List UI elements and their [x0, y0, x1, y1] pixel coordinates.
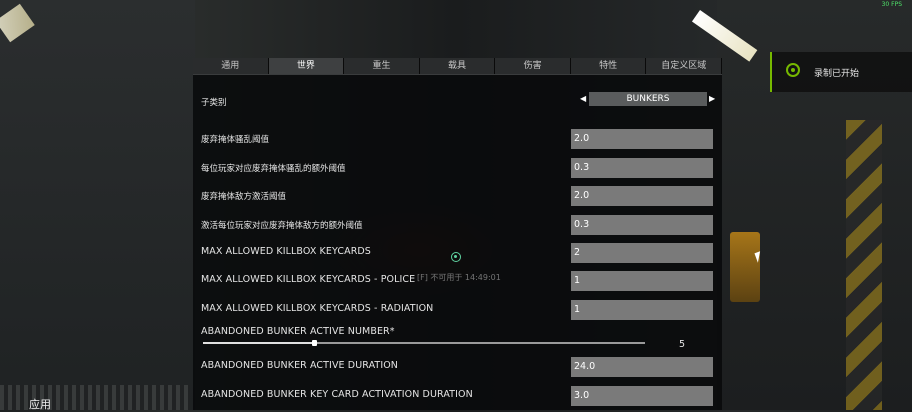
hazard-stripes: [846, 120, 882, 410]
setting-row: ABANDONED BUNKER ACTIVE DURATION 24.0: [193, 357, 722, 377]
interaction-prompt: [F] 不可用于 14:49:01: [417, 273, 501, 282]
setting-label: 激活每位玩家对应废弃掩体敌方的额外阈值: [201, 221, 363, 231]
slider-label: ABANDONED BUNKER ACTIVE NUMBER*: [201, 326, 395, 337]
record-icon: [786, 63, 800, 77]
setting-row: 每位玩家对应废弃掩体骚乱的额外阈值 0.3: [193, 158, 722, 178]
subcategory-select[interactable]: BUNKERS: [589, 92, 707, 106]
active-number-slider[interactable]: [203, 340, 645, 346]
tab-world[interactable]: 世界: [268, 58, 345, 74]
left-arrow-icon[interactable]: ◀: [580, 94, 586, 103]
setting-input[interactable]: 0.3: [571, 158, 713, 178]
tab-custom-zone[interactable]: 自定义区域: [646, 58, 723, 74]
setting-row: 废弃掩体敌方激活阈值 2.0: [193, 186, 722, 206]
setting-row: 激活每位玩家对应废弃掩体敌方的额外阈值 0.3: [193, 215, 722, 235]
slider-value: 5: [679, 339, 686, 350]
setting-label: 每位玩家对应废弃掩体骚乱的额外阈值: [201, 164, 346, 174]
setting-row: MAX ALLOWED KILLBOX KEYCARDS - RADIATION…: [193, 300, 722, 320]
tab-respawn[interactable]: 重生: [344, 58, 420, 74]
crosshair-icon: [451, 252, 461, 262]
setting-label: ABANDONED BUNKER KEY CARD ACTIVATION DUR…: [201, 389, 473, 400]
setting-row: 废弃掩体骚乱阈值 2.0: [193, 129, 722, 149]
slider-fill: [203, 342, 314, 344]
slider-handle[interactable]: [311, 340, 317, 346]
fps-counter: 30 FPS: [881, 1, 902, 8]
background-left-wall: [0, 0, 195, 410]
setting-input[interactable]: 24.0: [571, 357, 713, 377]
setting-label: MAX ALLOWED KILLBOX KEYCARDS - POLICE: [201, 274, 416, 285]
setting-input[interactable]: 2.0: [571, 186, 713, 206]
tab-bar: 通用 世界 重生 载具 伤害 特性 自定义区域: [193, 58, 723, 75]
setting-label: ABANDONED BUNKER ACTIVE DURATION: [201, 360, 399, 371]
wall-keycard-reader: [730, 232, 760, 302]
setting-input[interactable]: 1: [571, 300, 713, 320]
right-arrow-icon[interactable]: ▶: [709, 94, 715, 103]
setting-input[interactable]: 1: [571, 271, 713, 291]
tab-damage[interactable]: 伤害: [495, 58, 571, 74]
tab-vehicles[interactable]: 载具: [419, 58, 496, 74]
setting-label: 废弃掩体敌方激活阈值: [201, 192, 287, 202]
setting-input[interactable]: 0.3: [571, 215, 713, 235]
subcategory-row: 子类别 ◀ BUNKERS ▶: [193, 92, 722, 112]
setting-label: MAX ALLOWED KILLBOX KEYCARDS: [201, 246, 371, 257]
setting-label: MAX ALLOWED KILLBOX KEYCARDS - RADIATION: [201, 303, 434, 314]
recording-notification: 录制已开始: [770, 52, 912, 92]
settings-menu: 通用 世界 重生 载具 伤害 特性 自定义区域 子类别 ◀ BUNKERS ▶ …: [193, 58, 723, 410]
setting-input[interactable]: 2.0: [571, 129, 713, 149]
tab-general[interactable]: 通用: [193, 58, 269, 74]
setting-label: 废弃掩体骚乱阈值: [201, 135, 270, 145]
slider-row: ABANDONED BUNKER ACTIVE NUMBER* 5: [193, 326, 722, 352]
subcategory-label: 子类别: [201, 98, 227, 108]
recording-text: 录制已开始: [814, 69, 860, 79]
setting-row: ABANDONED BUNKER KEY CARD ACTIVATION DUR…: [193, 386, 722, 406]
tab-features[interactable]: 特性: [570, 58, 647, 74]
setting-input[interactable]: 2: [571, 243, 713, 263]
setting-input[interactable]: 3.0: [571, 386, 713, 406]
